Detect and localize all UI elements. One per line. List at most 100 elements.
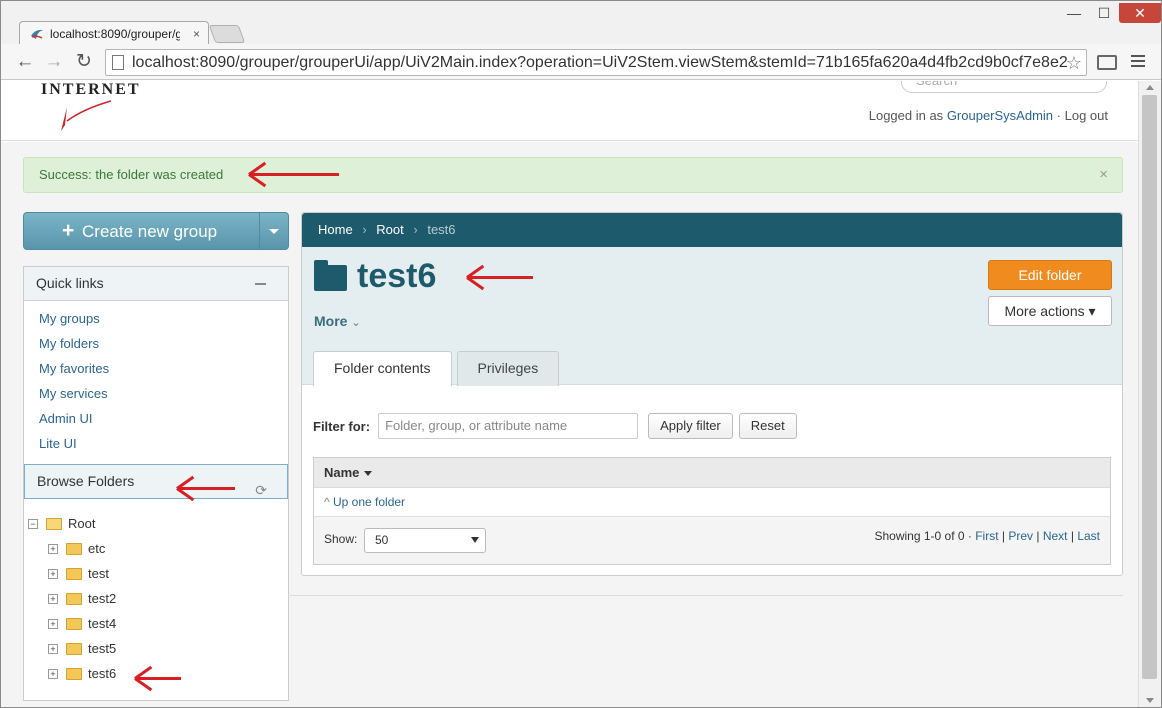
annotation-arrow-icon — [137, 677, 181, 680]
window-close-button[interactable]: ✕ — [1119, 3, 1161, 23]
quick-link-my-favorites[interactable]: My favorites — [39, 361, 288, 386]
tree-item-label[interactable]: test5 — [88, 641, 116, 656]
tree-item-test2[interactable]: + test2 — [28, 586, 288, 611]
paging-next-link[interactable]: Next — [1043, 529, 1068, 543]
tree-item-root[interactable]: − Root — [28, 511, 288, 536]
scroll-down-arrow-icon[interactable] — [1146, 698, 1154, 703]
folder-header: test6 More ⌄ Edit folder More actions ▾ … — [302, 247, 1122, 386]
refresh-icon[interactable]: ⟳ — [255, 474, 267, 507]
paging-first-link[interactable]: First — [975, 529, 998, 543]
tree-item-label[interactable]: test6 — [88, 666, 116, 681]
collapse-minus-icon[interactable] — [255, 283, 266, 285]
quick-links-title: Quick links — [36, 275, 104, 291]
tree-expand-icon[interactable]: + — [48, 543, 58, 554]
breadcrumb-root[interactable]: Root — [376, 222, 403, 237]
browser-toolbar: ← → ↻ localhost:8090/grouper/grouperUi/a… — [1, 44, 1161, 80]
tree-expand-icon[interactable]: + — [48, 568, 58, 579]
back-arrow-icon[interactable]: ← — [14, 51, 36, 73]
tree-item-test5[interactable]: + test5 — [28, 636, 288, 661]
select-dropdown-icon — [471, 537, 479, 543]
logo-swoosh-icon — [61, 100, 112, 131]
tree-item-label[interactable]: test — [88, 566, 109, 581]
address-bar[interactable]: localhost:8090/grouper/grouperUi/app/UiV… — [105, 49, 1087, 76]
tab-close-icon[interactable]: × — [193, 27, 200, 41]
paging-last-link[interactable]: Last — [1077, 529, 1100, 543]
scroll-up-arrow-icon[interactable] — [1146, 85, 1154, 90]
annotation-arrow-icon — [469, 276, 533, 279]
filter-input[interactable]: Folder, group, or attribute name — [378, 413, 639, 439]
sort-caret-icon — [364, 471, 373, 477]
browser-tab[interactable]: localhost:8090/grouper/gr × — [19, 21, 209, 46]
edit-folder-button[interactable]: Edit folder — [988, 260, 1112, 290]
forward-arrow-icon[interactable]: → — [43, 51, 65, 73]
cast-icon[interactable] — [1097, 55, 1117, 70]
window-minimize-button[interactable]: — — [1061, 3, 1087, 23]
tree-collapse-icon[interactable]: − — [28, 518, 38, 529]
scrollbar-thumb[interactable] — [1142, 95, 1157, 679]
tree-item-label[interactable]: Root — [68, 516, 95, 531]
annotation-arrow-icon — [179, 487, 235, 490]
folder-tabs: Folder contents Privileges — [313, 351, 564, 386]
more-actions-button[interactable]: More actions ▾ — [988, 296, 1112, 326]
tree-expand-icon[interactable]: + — [48, 668, 58, 679]
tree-item-test6[interactable]: + test6 — [28, 661, 288, 686]
tree-item-label[interactable]: test4 — [88, 616, 116, 631]
plus-icon: + — [62, 219, 75, 242]
create-group-dropdown-caret-icon[interactable] — [269, 229, 279, 234]
tab-privileges[interactable]: Privileges — [456, 351, 560, 386]
tree-item-test4[interactable]: + test4 — [28, 611, 288, 636]
breadcrumb-separator: › — [362, 222, 367, 237]
login-status: Logged in as GrouperSysAdmin · Log out — [869, 108, 1108, 123]
up-one-folder-link[interactable]: Up one folder — [333, 495, 405, 509]
folder-tree: − Root + etc + test + test2 + test4 + te… — [24, 499, 288, 686]
paging-separator: | — [1033, 529, 1043, 543]
login-separator: · — [1056, 108, 1061, 123]
column-header-label: Name — [324, 465, 360, 480]
quick-links-header[interactable]: Quick links — [24, 267, 288, 301]
bookmark-star-icon[interactable]: ☆ — [1066, 53, 1082, 74]
browser-menu-icon[interactable] — [1131, 55, 1145, 70]
page-scrollbar[interactable] — [1138, 81, 1161, 707]
tree-item-label[interactable]: etc — [88, 541, 105, 556]
tree-expand-icon[interactable]: + — [48, 643, 58, 654]
user-name-link[interactable]: GrouperSysAdmin — [947, 108, 1053, 123]
page-title: test6 — [357, 257, 437, 295]
folder-open-icon — [46, 517, 62, 530]
logout-link[interactable]: Log out — [1065, 108, 1108, 123]
breadcrumb-home[interactable]: Home — [318, 222, 353, 237]
apply-filter-button[interactable]: Apply filter — [648, 413, 733, 439]
search-input[interactable]: Search — [901, 81, 1107, 93]
new-tab-button[interactable] — [208, 25, 246, 43]
quick-link-my-services[interactable]: My services — [39, 386, 288, 411]
quick-link-my-groups[interactable]: My groups — [39, 311, 288, 336]
page-icon — [112, 55, 124, 70]
tree-expand-icon[interactable]: + — [48, 593, 58, 604]
reload-icon[interactable]: ↻ — [73, 51, 95, 73]
show-label: Show: — [324, 532, 358, 546]
paging-separator: | — [998, 529, 1009, 543]
paging-prev-link[interactable]: Prev — [1008, 529, 1033, 543]
window-maximize-button[interactable]: ☐ — [1091, 3, 1117, 23]
tree-item-label[interactable]: test2 — [88, 591, 116, 606]
quick-link-lite-ui[interactable]: Lite UI — [39, 436, 288, 461]
browser-tab-strip: localhost:8090/grouper/gr × — ☐ ✕ — [1, 1, 1161, 46]
column-header-name[interactable]: Name — [314, 458, 1110, 488]
page-size-select[interactable]: 50 — [364, 528, 486, 553]
more-dropdown[interactable]: More ⌄ — [314, 313, 361, 329]
folder-icon — [66, 642, 82, 655]
chevron-down-icon: ⌄ — [351, 317, 361, 329]
quick-link-admin-ui[interactable]: Admin UI — [39, 411, 288, 436]
tree-item-test[interactable]: + test — [28, 561, 288, 586]
folder-main-panel: Home › Root › test6 test6 More ⌄ Edit fo… — [301, 212, 1123, 576]
create-new-group-label: Create new group — [82, 222, 218, 241]
tree-expand-icon[interactable]: + — [48, 618, 58, 629]
quick-link-my-folders[interactable]: My folders — [39, 336, 288, 361]
tree-item-etc[interactable]: + etc — [28, 536, 288, 561]
alert-close-icon[interactable]: × — [1099, 158, 1108, 192]
reset-button[interactable]: Reset — [738, 413, 797, 439]
up-one-folder-row[interactable]: ^ Up one folder — [314, 488, 1110, 517]
quick-links-list: My groups My folders My favorites My ser… — [24, 301, 288, 461]
create-new-group-button[interactable]: + Create new group — [23, 212, 289, 250]
tab-folder-contents[interactable]: Folder contents — [313, 351, 452, 386]
button-split-divider — [259, 213, 260, 249]
